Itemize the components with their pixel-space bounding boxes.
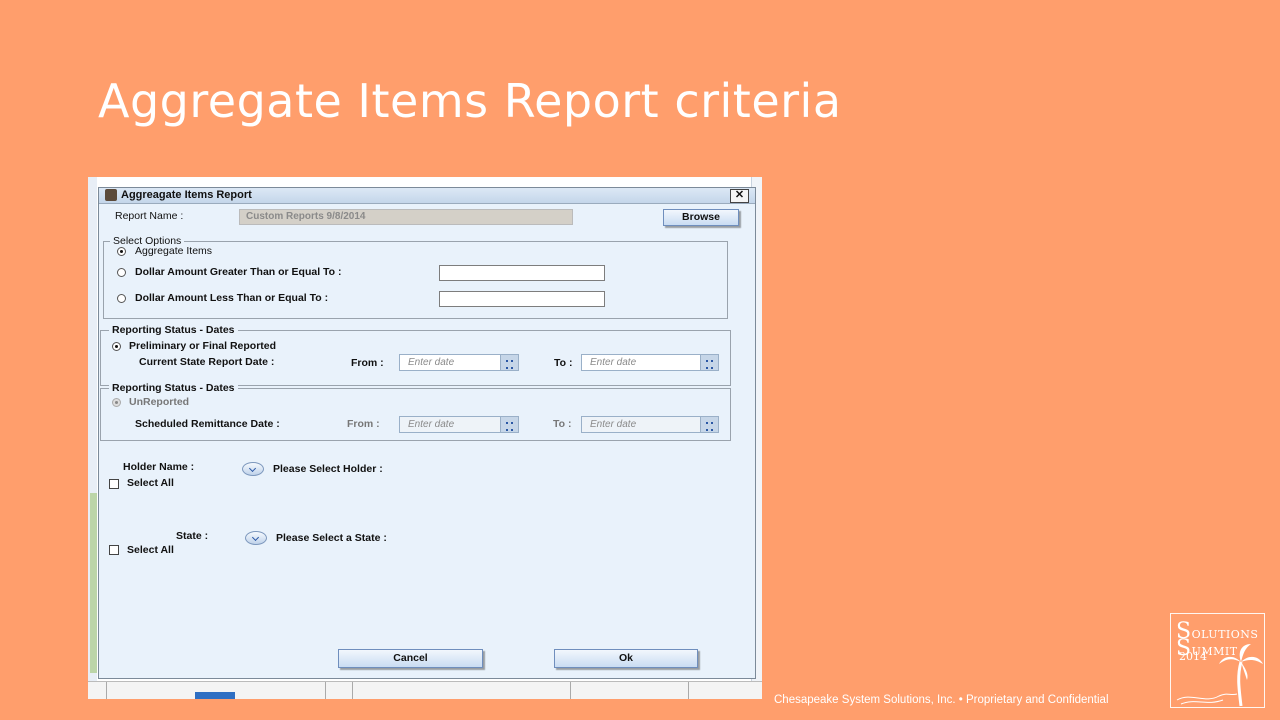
from-label: From : (347, 418, 380, 430)
holder-dropdown-icon[interactable] (242, 462, 264, 476)
dollar-less-radio[interactable] (117, 294, 126, 303)
date-placeholder: Enter date (590, 419, 637, 430)
state-select-all-label: Select All (127, 544, 174, 556)
dollar-greater-label: Dollar Amount Greater Than or Equal To : (135, 266, 342, 278)
grid-divider (106, 682, 107, 699)
date-placeholder: Enter date (590, 357, 637, 368)
reporting-status-title-1: Reporting Status - Dates (109, 324, 238, 336)
from-label: From : (351, 357, 384, 369)
dollar-less-label: Dollar Amount Less Than or Equal To : (135, 292, 329, 304)
close-icon[interactable]: ✕ (730, 189, 749, 203)
background-grid-cell (195, 692, 235, 699)
unreported-radio[interactable] (112, 398, 121, 407)
calendar-icon[interactable] (700, 417, 718, 432)
grid-divider (352, 682, 353, 699)
calendar-icon[interactable] (700, 355, 718, 370)
holder-select-all-label: Select All (127, 477, 174, 489)
scheduled-to-date-input[interactable]: Enter date (581, 416, 719, 433)
preliminary-final-radio[interactable] (112, 342, 121, 351)
dialog-title: Aggreagate Items Report (121, 189, 252, 201)
cancel-button[interactable]: Cancel (338, 649, 483, 668)
unreported-label: UnReported (129, 396, 190, 408)
calendar-icon[interactable] (500, 417, 518, 432)
solutions-summit-logo: SOLUTIONS SUMMIT 2014 (1170, 613, 1265, 708)
aggregate-items-label: Aggregate Items (135, 245, 213, 257)
footer-text: Chesapeake System Solutions, Inc. • Prop… (774, 694, 1109, 706)
to-label: To : (554, 357, 573, 369)
grid-divider (688, 682, 689, 699)
report-name-field[interactable]: Custom Reports 9/8/2014 (239, 209, 573, 225)
state-label: State : (176, 530, 209, 542)
report-name-label: Report Name : (115, 210, 184, 222)
state-dropdown-icon[interactable] (245, 531, 267, 545)
state-select-all-checkbox[interactable] (109, 545, 119, 555)
aggregate-items-radio[interactable] (117, 247, 126, 256)
scheduled-remittance-date-label: Scheduled Remittance Date : (135, 418, 280, 430)
current-from-date-input[interactable]: Enter date (399, 354, 519, 371)
holder-name-label: Holder Name : (123, 461, 195, 473)
holder-select-placeholder[interactable]: Please Select Holder : (273, 463, 383, 475)
dollar-less-input[interactable] (439, 291, 605, 307)
calendar-icon[interactable] (500, 355, 518, 370)
dollar-greater-radio[interactable] (117, 268, 126, 277)
app-icon (105, 189, 117, 201)
screenshot: Aggreagate Items Report ✕ Report Name : … (88, 177, 762, 699)
ok-button[interactable]: Ok (554, 649, 698, 668)
browse-button[interactable]: Browse (663, 209, 739, 226)
background-window-grid (88, 681, 762, 699)
slide-title: Aggregate Items Report criteria (98, 74, 842, 128)
state-select-placeholder[interactable]: Please Select a State : (276, 532, 387, 544)
dollar-greater-input[interactable] (439, 265, 605, 281)
scheduled-from-date-input[interactable]: Enter date (399, 416, 519, 433)
current-state-report-date-label: Current State Report Date : (139, 356, 275, 368)
grid-divider (570, 682, 571, 699)
preliminary-final-label: Preliminary or Final Reported (129, 340, 277, 352)
palm-tree-icon (1176, 644, 1263, 707)
to-label: To : (553, 418, 572, 430)
date-placeholder: Enter date (408, 419, 455, 430)
grid-divider (325, 682, 326, 699)
current-to-date-input[interactable]: Enter date (581, 354, 719, 371)
reporting-status-group-2 (100, 388, 731, 441)
dialog-titlebar[interactable]: Aggreagate Items Report ✕ (99, 188, 755, 204)
background-window-panel (90, 493, 97, 673)
reporting-status-title-2: Reporting Status - Dates (109, 382, 238, 394)
holder-select-all-checkbox[interactable] (109, 479, 119, 489)
aggregate-items-report-dialog: Aggreagate Items Report ✕ Report Name : … (98, 187, 756, 679)
date-placeholder: Enter date (408, 357, 455, 368)
